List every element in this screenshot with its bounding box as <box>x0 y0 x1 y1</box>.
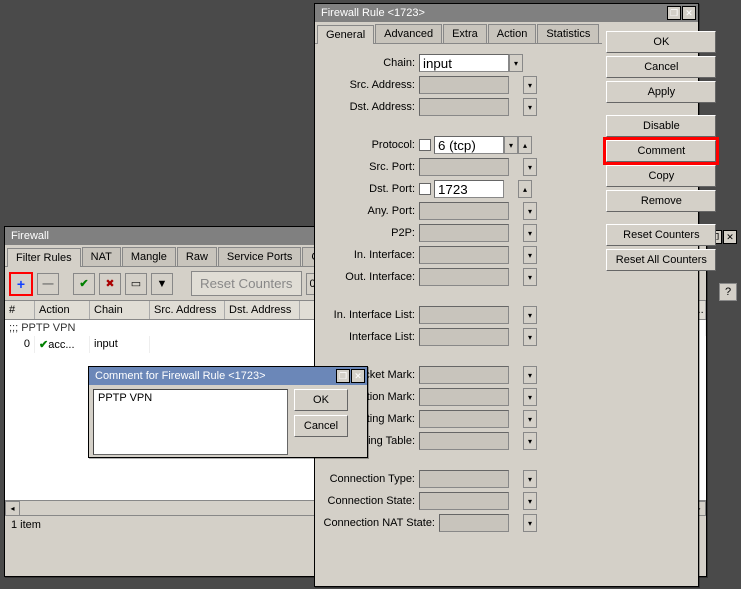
close-icon[interactable]: ✕ <box>723 230 737 244</box>
p2p-input[interactable] <box>419 224 509 242</box>
apply-button[interactable]: Apply <box>606 81 716 103</box>
in-interface-input[interactable] <box>419 246 509 264</box>
expand-icon[interactable]: ▾ <box>523 366 537 384</box>
conn-state-input[interactable] <box>419 492 509 510</box>
out-iflist-input[interactable] <box>419 328 509 346</box>
reset-counters-button[interactable]: Reset Counters <box>606 224 716 246</box>
rule-titlebar[interactable]: Firewall Rule <1723> ❐ ✕ <box>315 4 698 22</box>
reset-all-counters-button[interactable]: Reset All Counters <box>606 249 716 271</box>
comment-button[interactable]: ▭ <box>125 273 147 295</box>
src-port-input[interactable] <box>419 158 509 176</box>
comment-button[interactable]: Comment <box>606 140 716 162</box>
comment-ok-button[interactable]: OK <box>294 389 348 411</box>
expand-icon[interactable]: ▴ <box>518 180 532 198</box>
tab-advanced[interactable]: Advanced <box>375 24 442 43</box>
ok-button[interactable]: OK <box>606 31 716 53</box>
col-num[interactable]: # <box>5 301 35 319</box>
rule-dialog: Firewall Rule <1723> ❐ ✕ General Advance… <box>314 3 699 587</box>
tab-mangle[interactable]: Mangle <box>122 247 176 266</box>
tab-action[interactable]: Action <box>488 24 537 43</box>
expand-icon[interactable]: ▾ <box>523 202 537 220</box>
chain-input[interactable] <box>419 54 509 72</box>
expand-icon[interactable]: ▾ <box>523 76 537 94</box>
conn-type-input[interactable] <box>419 470 509 488</box>
out-interface-input[interactable] <box>419 268 509 286</box>
filter-button[interactable]: ▼ <box>151 273 173 295</box>
dst-port-input[interactable] <box>434 180 504 198</box>
close-icon[interactable]: ✕ <box>682 6 696 20</box>
reset-counters-button[interactable]: Reset Counters <box>191 271 302 296</box>
disable-button[interactable]: ✖ <box>99 273 121 295</box>
in-iflist-input[interactable] <box>419 306 509 324</box>
remove-rule-button[interactable]: Remove <box>606 190 716 212</box>
conn-nat-state-input[interactable] <box>439 514 509 532</box>
expand-icon[interactable]: ▴ <box>518 136 532 154</box>
dst-address-input[interactable] <box>419 98 509 116</box>
col-action[interactable]: Action <box>35 301 90 319</box>
disable-button[interactable]: Disable <box>606 115 716 137</box>
expand-icon[interactable]: ▾ <box>523 388 537 406</box>
enable-button[interactable]: ✔ <box>73 273 95 295</box>
comment-textarea[interactable]: PPTP VPN <box>93 389 288 455</box>
tab-nat[interactable]: NAT <box>82 247 121 266</box>
rule-tabs: General Advanced Extra Action Statistics <box>315 22 602 44</box>
rule-form: Chain:▾ Src. Address:▾ Dst. Address:▾ Pr… <box>315 44 602 542</box>
col-src-address[interactable]: Src. Address <box>150 301 225 319</box>
tab-raw[interactable]: Raw <box>177 247 217 266</box>
protocol-input[interactable] <box>434 136 504 154</box>
tab-extra[interactable]: Extra <box>443 24 487 43</box>
add-button[interactable]: + <box>9 272 33 296</box>
rule-side-buttons: OK Cancel Apply Disable Comment Copy Rem… <box>602 22 720 542</box>
conn-mark-input[interactable] <box>419 388 509 406</box>
expand-icon[interactable]: ▾ <box>523 470 537 488</box>
col-dst-address[interactable]: Dst. Address <box>225 301 300 319</box>
packet-mark-input[interactable] <box>419 366 509 384</box>
tab-statistics[interactable]: Statistics <box>537 24 599 43</box>
protocol-invert-checkbox[interactable] <box>419 139 431 151</box>
dst-port-invert-checkbox[interactable] <box>419 183 431 195</box>
expand-icon[interactable]: ▾ <box>523 268 537 286</box>
expand-icon[interactable]: ▾ <box>523 98 537 116</box>
expand-icon[interactable]: ▾ <box>523 492 537 510</box>
restore-icon[interactable]: ❐ <box>336 369 350 383</box>
expand-icon[interactable]: ▾ <box>523 410 537 428</box>
tab-filter-rules[interactable]: Filter Rules <box>7 248 81 267</box>
restore-icon[interactable]: ❐ <box>667 6 681 20</box>
comment-titlebar[interactable]: Comment for Firewall Rule <1723> ❐ ✕ <box>89 367 367 385</box>
tab-general[interactable]: General <box>317 25 374 44</box>
expand-icon[interactable]: ▾ <box>523 246 537 264</box>
comment-cancel-button[interactable]: Cancel <box>294 415 348 437</box>
col-chain[interactable]: Chain <box>90 301 150 319</box>
expand-icon[interactable]: ▾ <box>523 514 537 532</box>
routing-table-input[interactable] <box>419 432 509 450</box>
src-address-input[interactable] <box>419 76 509 94</box>
expand-icon[interactable]: ▾ <box>523 224 537 242</box>
remove-button[interactable]: — <box>37 273 59 295</box>
tab-service-ports[interactable]: Service Ports <box>218 247 301 266</box>
comment-title: Comment for Firewall Rule <1723> <box>95 370 336 382</box>
cancel-button[interactable]: Cancel <box>606 56 716 78</box>
expand-icon[interactable]: ▾ <box>523 306 537 324</box>
chain-dropdown-icon[interactable]: ▾ <box>509 54 523 72</box>
routing-mark-input[interactable] <box>419 410 509 428</box>
find-button[interactable]: ? <box>719 283 737 301</box>
protocol-dropdown-icon[interactable]: ▾ <box>504 136 518 154</box>
expand-icon[interactable]: ▾ <box>523 328 537 346</box>
comment-dialog: Comment for Firewall Rule <1723> ❐ ✕ PPT… <box>88 366 368 458</box>
copy-button[interactable]: Copy <box>606 165 716 187</box>
any-port-input[interactable] <box>419 202 509 220</box>
expand-icon[interactable]: ▾ <box>523 432 537 450</box>
expand-icon[interactable]: ▾ <box>523 158 537 176</box>
close-icon[interactable]: ✕ <box>351 369 365 383</box>
scroll-left-icon[interactable]: ◂ <box>5 501 20 516</box>
rule-title: Firewall Rule <1723> <box>321 7 667 19</box>
